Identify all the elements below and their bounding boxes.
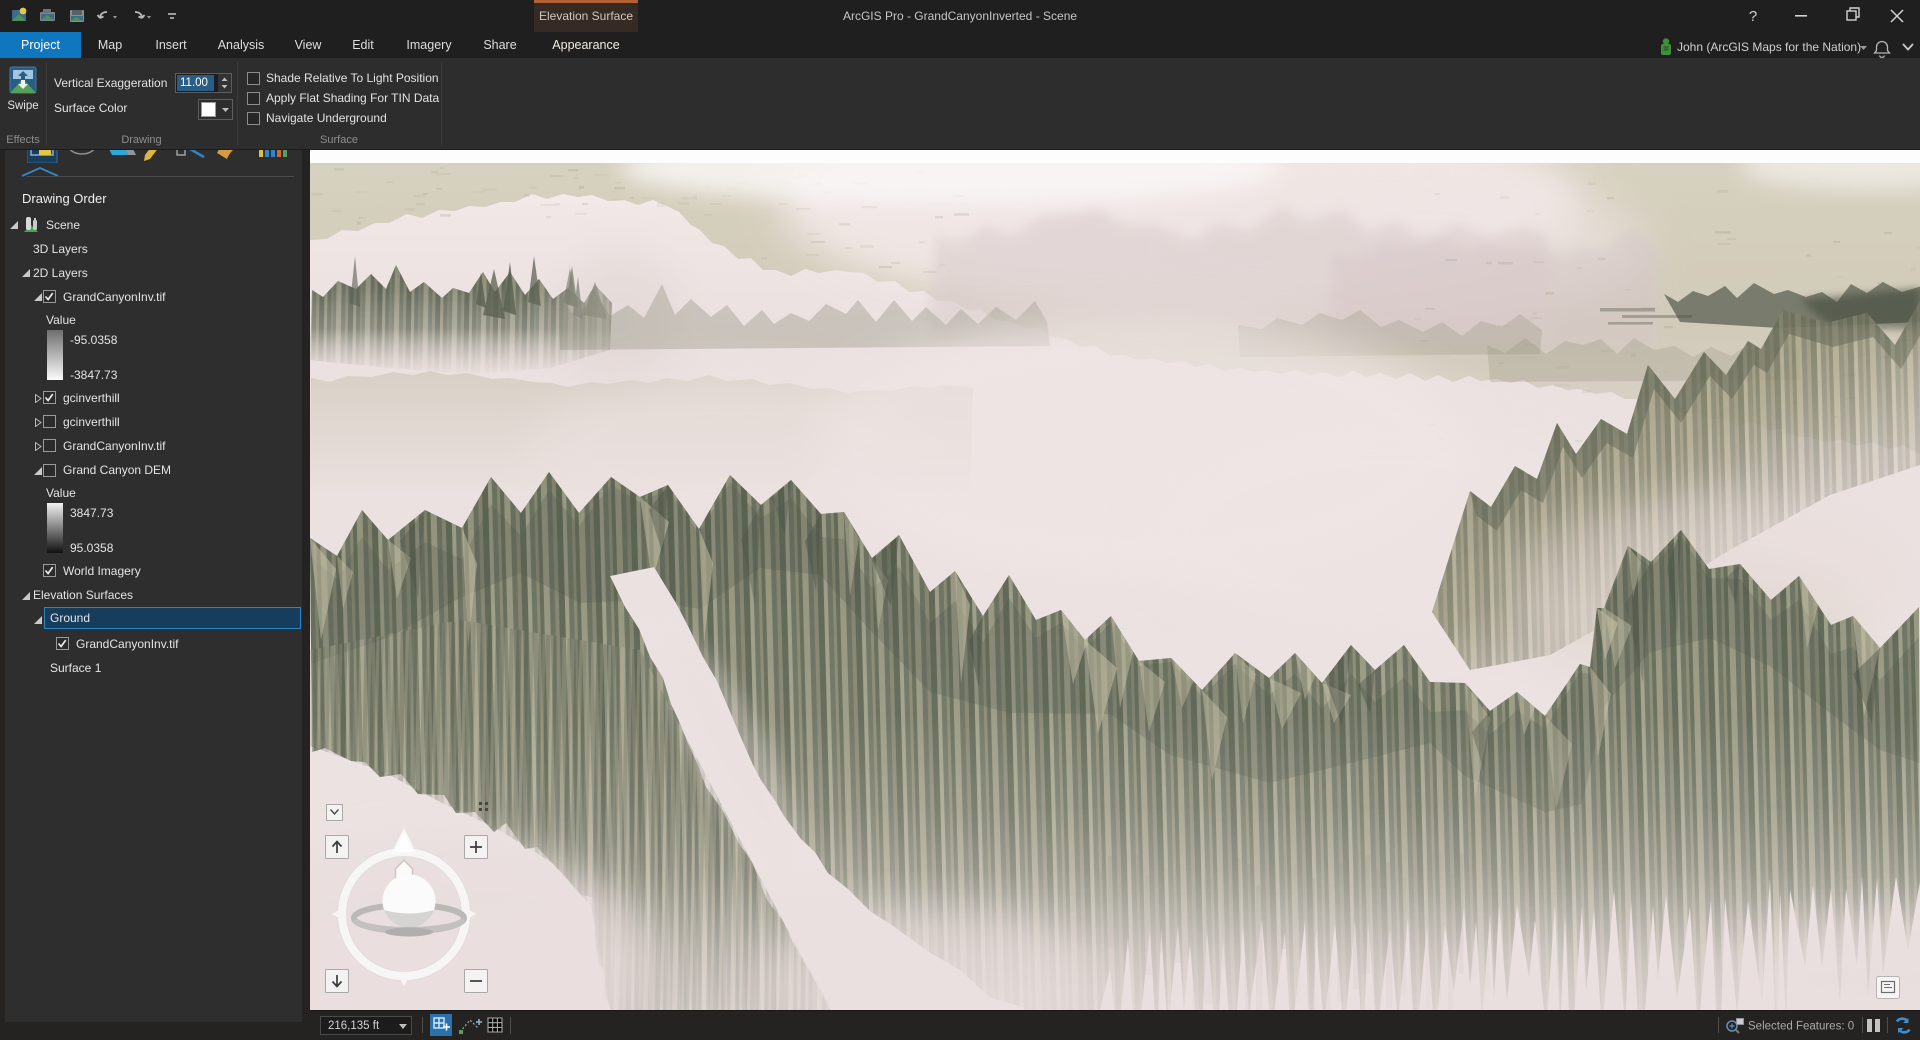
svg-text:Selected Features: 0: Selected Features: 0 (1748, 1021, 1854, 1033)
svg-text:?: ? (1749, 8, 1757, 25)
svg-text:John (ArcGIS Maps for the Nati: John (ArcGIS Maps for the Nation) (1677, 40, 1861, 54)
